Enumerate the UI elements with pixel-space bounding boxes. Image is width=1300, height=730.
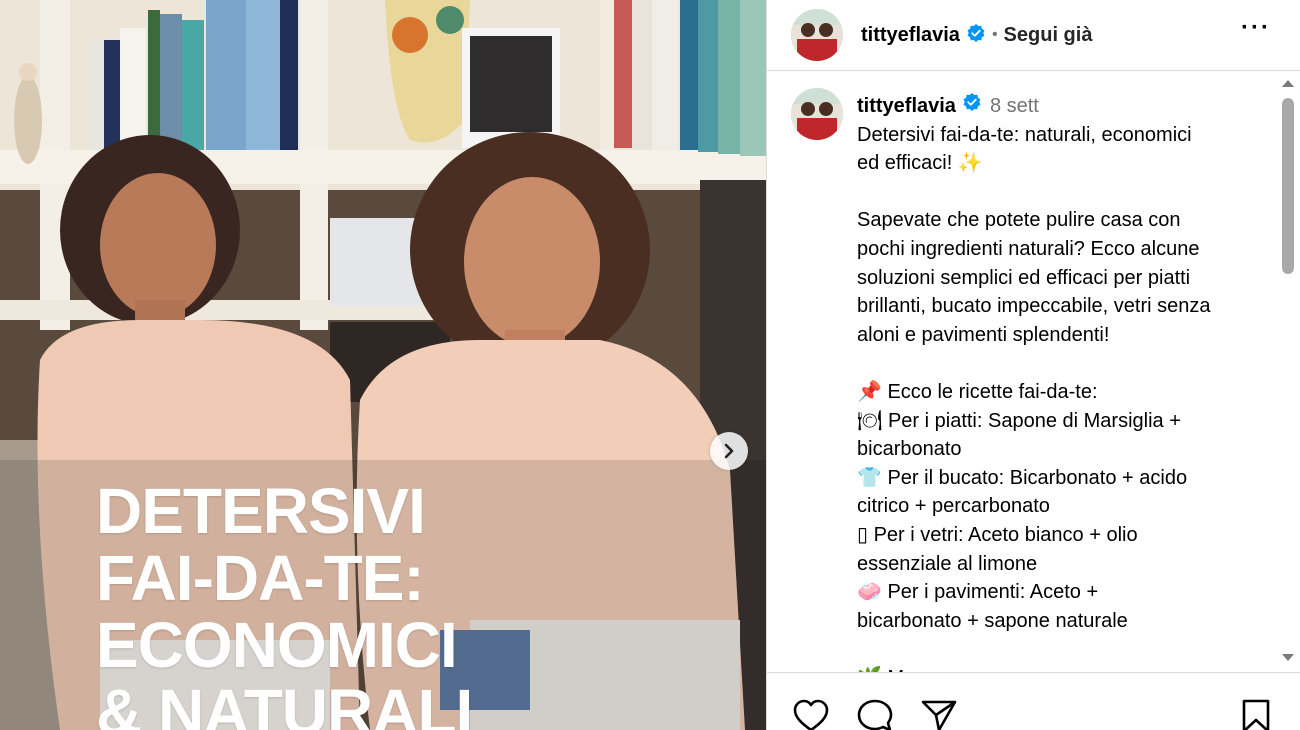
more-options-button[interactable]: ··· [1241,14,1271,42]
next-slide-button[interactable] [710,432,748,470]
caption-line: Sapevate che potete pulire casa con [857,209,1181,232]
verified-badge-icon [962,92,982,121]
heart-icon [793,699,829,730]
scroll-up-arrow-icon[interactable] [1282,80,1294,87]
like-button[interactable] [793,699,829,730]
caption-avatar-wrap [791,88,855,140]
share-button[interactable] [921,699,957,730]
avatar-image [791,88,843,140]
comment-icon [857,699,893,730]
header-separator: • [991,26,998,43]
header-username[interactable]: tittyeflavia [861,24,960,47]
caption-line: ed efficaci! ✨ [857,152,983,175]
caption-line: bicarbonato [857,438,962,461]
caption-line: 📌 Ecco le ricette fai-da-te: [857,380,1098,403]
caption-line: aloni e pavimenti splendenti! [857,323,1110,346]
caption-line: 🍽 Per i piatti: Sapone di Marsiglia + [857,409,1181,432]
caption-line [857,349,1277,378]
verified-badge-icon [966,23,986,48]
post-media[interactable]: DETERSIVI FAI-DA-TE: ECONOMICI & NATURAL… [0,0,766,730]
caption-line: Detersivi fai-da-te: naturali, economici [857,123,1192,146]
caption-line: 👕 Per il bucato: Bicarbonato + acido [857,466,1188,489]
scrollbar-thumb[interactable] [1282,98,1294,274]
comment-button[interactable] [857,699,893,730]
comments-scrollbar[interactable] [1277,72,1297,672]
overlay-line-1: DETERSIVI [96,475,426,547]
scroll-down-arrow-icon[interactable] [1282,654,1294,661]
caption-line: pochi ingredienti naturali? Ecco alcune [857,237,1200,260]
save-button[interactable] [1241,699,1271,730]
caption-line: bicarbonato + sapone naturale [857,609,1128,632]
post-side-panel: tittyeflavia • Segui già ··· tittyeflavi… [766,0,1300,730]
overlay-line-2: FAI-DA-TE: [96,542,425,614]
caption-line [857,178,1277,207]
caption-text: Detersivi fai-da-te: naturali, economici… [857,121,1277,672]
caption-avatar[interactable] [791,88,843,140]
caption-line: ▯ Per i vetri: Aceto bianco + olio [857,523,1138,546]
caption-line: citrico + percarbonato [857,495,1050,518]
post-timestamp[interactable]: 8 sett [990,92,1039,121]
bookmark-icon [1242,699,1270,730]
caption-line [857,635,1277,664]
chevron-right-icon [724,443,734,459]
caption-username[interactable]: tittyeflavia [857,92,956,121]
avatar[interactable] [791,9,843,61]
caption-line: 🧼 Per i pavimenti: Aceto + [857,581,1099,604]
post-actions-bar [767,672,1300,730]
post-caption: tittyeflavia 8 sett Detersivi fai-da-te:… [857,92,1277,672]
avatar-image [791,9,843,61]
following-button[interactable]: Segui già [1004,24,1093,47]
comments-area[interactable]: tittyeflavia 8 sett Detersivi fai-da-te:… [767,72,1300,672]
caption-line: soluzioni semplici ed efficaci per piatt… [857,266,1191,289]
caption-line: essenziale al limone [857,552,1038,575]
caption-line: 🌿 M [857,664,1277,672]
caption-meta: tittyeflavia 8 sett [857,92,1277,121]
overlay-line-3: ECONOMICI [96,609,458,681]
post-header: tittyeflavia • Segui già ··· [767,0,1300,71]
caption-line: brillanti, bucato impeccabile, vetri sen… [857,295,1211,318]
post-overlay-title: DETERSIVI FAI-DA-TE: ECONOMICI & NATURAL… [96,475,473,730]
overlay-line-4: & NATURALI [96,676,473,730]
paper-plane-icon [921,700,957,730]
